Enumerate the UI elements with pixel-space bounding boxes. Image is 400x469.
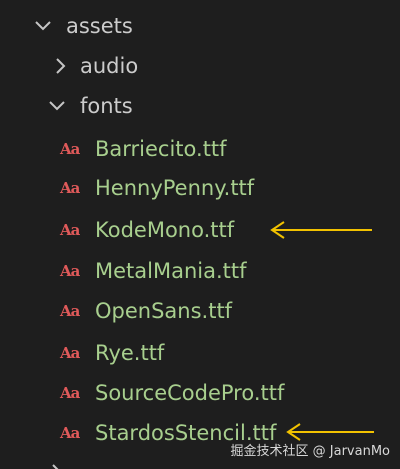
chevron-down-icon[interactable] <box>32 15 54 37</box>
chevron-right-icon[interactable] <box>46 461 68 469</box>
folder-label: fonts <box>80 94 133 118</box>
font-file-icon: Aa <box>60 179 80 197</box>
file-label: HennyPenny.ttf <box>95 176 255 200</box>
tree-file[interactable]: Aa SourceCodePro.ttf <box>0 373 400 413</box>
font-file-icon: Aa <box>60 262 80 280</box>
file-label: OpenSans.ttf <box>95 299 233 323</box>
font-file-icon: Aa <box>60 424 80 442</box>
file-label: Barriecito.ttf <box>95 137 227 161</box>
folder-label: assets <box>66 14 133 38</box>
tree-file[interactable]: Aa OpenSans.ttf <box>0 291 400 331</box>
tree-file[interactable]: Aa Rye.ttf <box>0 333 400 373</box>
chevron-right-icon[interactable] <box>50 55 72 77</box>
left-arrow-icon <box>270 221 372 239</box>
file-label: SourceCodePro.ttf <box>95 381 285 405</box>
font-file-icon: Aa <box>60 302 80 320</box>
file-label: Rye.ttf <box>95 341 165 365</box>
tree-folder-fonts[interactable]: fonts <box>0 86 400 126</box>
file-label: MetalMania.ttf <box>95 259 247 283</box>
watermark: 掘金技术社区 @ JarvanMo <box>230 444 390 459</box>
tree-file[interactable]: Aa HennyPenny.ttf <box>0 168 400 208</box>
tree-file[interactable]: Aa Barriecito.ttf <box>0 129 400 169</box>
font-file-icon: Aa <box>60 384 80 402</box>
tree-file[interactable]: Aa MetalMania.ttf <box>0 251 400 291</box>
font-file-icon: Aa <box>60 221 80 239</box>
chevron-down-icon[interactable] <box>46 95 68 117</box>
folder-label: audio <box>80 54 139 78</box>
file-label: KodeMono.ttf <box>95 218 235 242</box>
font-file-icon: Aa <box>60 344 80 362</box>
tree-folder-assets[interactable]: assets <box>0 6 400 46</box>
font-file-icon: Aa <box>60 140 80 158</box>
tree-folder-audio[interactable]: audio <box>0 46 400 86</box>
